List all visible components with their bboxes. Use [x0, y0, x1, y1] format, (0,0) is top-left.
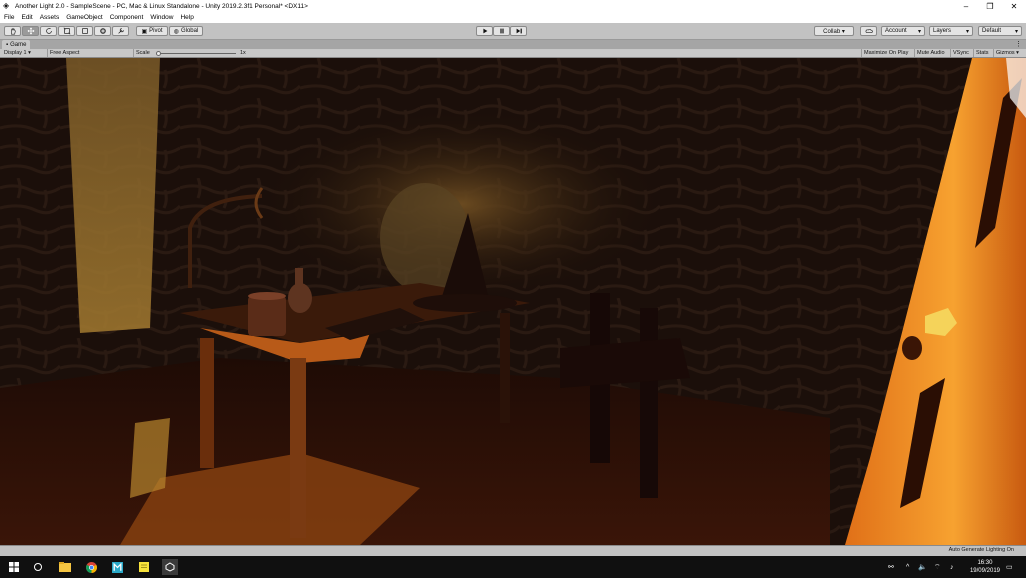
file-explorer-icon[interactable] [57, 559, 73, 575]
hand-tool-button[interactable] [4, 26, 21, 36]
gizmos-label: Gizmos [996, 50, 1015, 56]
stats-toggle[interactable]: Stats [973, 49, 991, 57]
menu-component[interactable]: Component [110, 14, 144, 21]
title-bar: ◈ Another Light 2.0 - SampleScene - PC, … [0, 0, 1026, 12]
windows-taskbar: ⚯ ^ 🔈 ⌔ ♪ 16:30 19/09/2019 ▭ [0, 556, 1026, 578]
close-button[interactable]: ✕ [1002, 0, 1026, 12]
vsync-toggle[interactable]: VSync [950, 49, 971, 57]
menu-gameobject[interactable]: GameObject [66, 14, 103, 21]
layers-dropdown[interactable]: Layers ▾ [929, 26, 973, 36]
status-bar: Auto Generate Lighting On [0, 545, 1026, 556]
mute-audio-toggle[interactable]: Mute Audio [914, 49, 947, 57]
game-tab-bar: ▪ Game ⋮ [0, 40, 1026, 49]
pivot-toggle[interactable]: ▣ Pivot [136, 26, 168, 36]
layout-dropdown[interactable]: Default ▾ [978, 26, 1022, 36]
move-tool-button[interactable] [22, 26, 39, 36]
windows-start-icon[interactable] [6, 559, 22, 575]
scale-icon [63, 27, 70, 35]
sticky-notes-icon[interactable] [136, 559, 152, 575]
volume-icon[interactable]: 🔈 [918, 556, 927, 578]
notifications-icon[interactable]: ▭ [1006, 556, 1013, 578]
chevron-down-icon: ▾ [28, 50, 31, 56]
wifi-icon[interactable]: ⌔ [934, 556, 941, 578]
global-toggle[interactable]: ◍ Global [169, 26, 203, 36]
scale-slider-thumb[interactable] [156, 50, 161, 56]
gizmos-dropdown[interactable]: Gizmos ▾ [993, 49, 1021, 57]
tab-game-label: Game [10, 41, 27, 48]
step-button[interactable] [510, 26, 527, 36]
chevron-up-icon[interactable]: ^ [906, 556, 909, 578]
display-label: Display 1 [4, 50, 27, 56]
scale-value: 1x [240, 50, 246, 56]
collab-label: Collab ▾ [823, 28, 845, 35]
move-arrows-icon [27, 27, 34, 35]
aspect-dropdown[interactable]: Free Aspect [47, 49, 132, 57]
clock-date: 19/09/2019 [969, 568, 1000, 574]
menu-bar: File Edit Assets GameObject Component Wi… [0, 12, 1026, 23]
account-dropdown[interactable]: Account ▾ [881, 26, 925, 36]
cloud-button[interactable] [860, 26, 877, 36]
unity-taskbar-icon[interactable] [162, 559, 178, 575]
aspect-label: Free Aspect [50, 50, 80, 56]
pivot-label: Pivot [149, 28, 163, 34]
menu-edit[interactable]: Edit [21, 14, 32, 21]
gamepad-icon: ▪ [6, 41, 9, 48]
scene-render [0, 58, 1026, 545]
hand-icon [10, 27, 16, 35]
chevron-down-icon: ▾ [965, 28, 969, 35]
chevron-down-icon: ▾ [917, 28, 921, 35]
display-dropdown[interactable]: Display 1 ▾ [2, 49, 46, 57]
play-icon [482, 28, 487, 34]
scale-label: Scale [136, 50, 150, 56]
cloud-icon [865, 28, 873, 33]
layout-label: Default [982, 28, 1002, 34]
menu-assets[interactable]: Assets [40, 14, 60, 21]
chrome-icon[interactable] [83, 559, 99, 575]
network-icon[interactable]: ⚯ [888, 556, 894, 578]
step-icon [516, 28, 522, 34]
layers-label: Layers [933, 28, 952, 34]
rect-tool-icon [81, 28, 88, 34]
menu-help[interactable]: Help [180, 14, 193, 21]
pause-button[interactable] [493, 26, 510, 36]
pause-icon [499, 28, 504, 34]
transform-tool-button[interactable] [94, 26, 111, 36]
unity-logo-icon: ◈ [3, 1, 10, 10]
pivot-icon: ▣ [141, 28, 148, 35]
transform-icon [99, 28, 106, 34]
menu-file[interactable]: File [4, 14, 14, 21]
globe-icon: ◍ [173, 28, 179, 35]
main-toolbar: ▣ Pivot ◍ Global Collab ▾ Account ▾ Layers… [0, 23, 1026, 40]
global-label: Global [180, 28, 199, 34]
tab-menu-icon[interactable]: ⋮ [1015, 40, 1022, 49]
game-viewport[interactable] [0, 58, 1026, 545]
rotate-tool-button[interactable] [40, 26, 57, 36]
chevron-down-icon: ▾ [1014, 28, 1018, 35]
window-title: Another Light 2.0 - SampleScene - PC, Ma… [15, 2, 308, 10]
wrench-icon [117, 28, 124, 34]
minimize-button[interactable]: – [954, 0, 978, 12]
menu-window[interactable]: Window [150, 14, 173, 21]
maximize-button[interactable]: ❐ [978, 0, 1002, 12]
status-message: Auto Generate Lighting On [948, 547, 1014, 553]
speaker-icon[interactable]: ♪ [950, 556, 954, 578]
account-label: Account [885, 28, 907, 34]
collab-dropdown[interactable]: Collab ▾ [814, 26, 854, 36]
search-icon[interactable] [30, 559, 46, 575]
game-view-controls: Display 1 ▾ Free Aspect Scale 1x Maximiz… [0, 49, 1026, 58]
scale-slider[interactable] [156, 52, 236, 54]
tab-game[interactable]: ▪ Game [2, 40, 31, 49]
scale-tool-button[interactable] [58, 26, 75, 36]
rect-tool-button[interactable] [76, 26, 93, 36]
rotate-icon [45, 28, 52, 34]
taskbar-clock[interactable]: 16:30 19/09/2019 [970, 559, 1000, 575]
clock-time: 16:30 [977, 560, 993, 566]
play-button[interactable] [476, 26, 493, 36]
malwarebytes-icon[interactable] [109, 559, 125, 575]
chevron-down-icon: ▾ [1014, 50, 1019, 56]
scale-control[interactable]: Scale 1x [133, 49, 258, 57]
maximize-on-play-toggle[interactable]: Maximize On Play [861, 49, 910, 57]
custom-tool-button[interactable] [112, 26, 129, 36]
